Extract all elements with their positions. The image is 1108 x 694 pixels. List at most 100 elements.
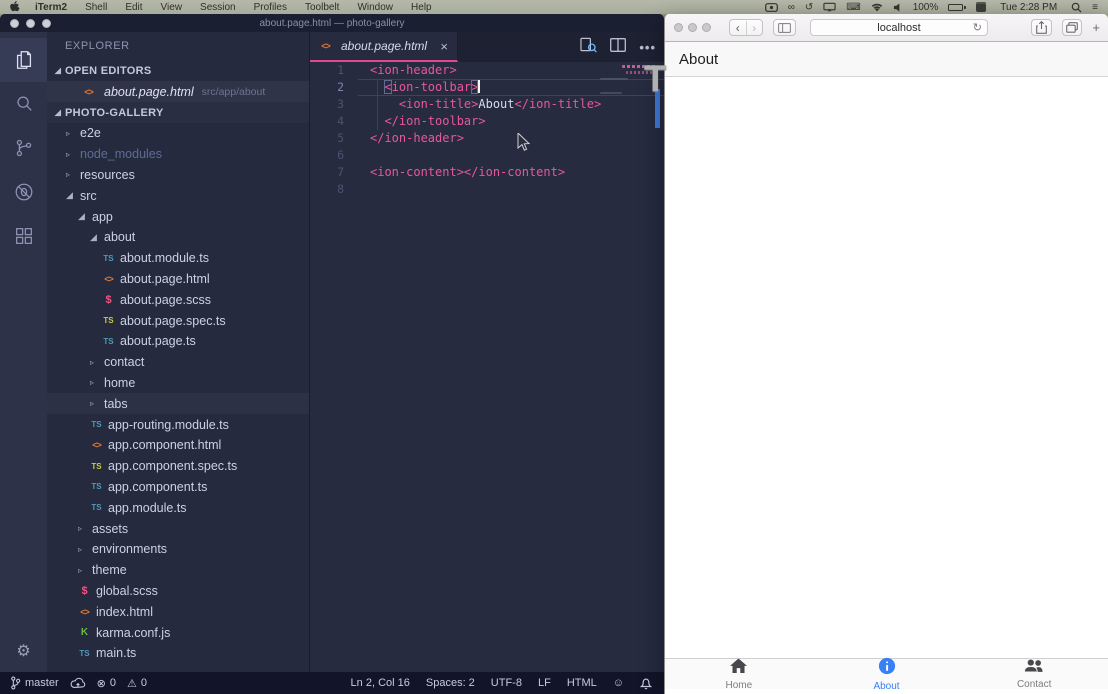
tree-item-about.page.spec.ts[interactable]: TSabout.page.spec.ts bbox=[47, 310, 309, 331]
ionic-tab-about[interactable]: About bbox=[813, 659, 961, 689]
tree-item-app.component.html[interactable]: <>app.component.html bbox=[47, 435, 309, 456]
menu-toolbelt[interactable]: Toolbelt bbox=[296, 2, 348, 13]
open-editor-item[interactable]: <> about.page.html src/app/about bbox=[47, 81, 309, 102]
open-editors-header[interactable]: ◢ OPEN EDITORS bbox=[47, 60, 309, 81]
eol-setting[interactable]: LF bbox=[538, 677, 551, 689]
tree-item-main.ts[interactable]: TSmain.ts bbox=[47, 643, 309, 664]
tree-item-src[interactable]: ◢src bbox=[47, 185, 309, 206]
code-line-5[interactable]: 5</ion-header> bbox=[310, 130, 664, 147]
minimize-window-button[interactable] bbox=[26, 19, 35, 28]
back-button[interactable]: ‹ bbox=[730, 21, 747, 35]
tree-item-karma.conf.js[interactable]: Kkarma.conf.js bbox=[47, 622, 309, 643]
close-window-button[interactable] bbox=[10, 19, 19, 28]
tree-item-app.component.spec.ts[interactable]: TSapp.component.spec.ts bbox=[47, 456, 309, 477]
tree-item-about.page.scss[interactable]: $about.page.scss bbox=[47, 289, 309, 310]
more-actions-icon[interactable]: ••• bbox=[639, 40, 656, 55]
code-line-7[interactable]: 7<ion-content></ion-content> bbox=[310, 164, 664, 181]
tree-item-app.component.ts[interactable]: TSapp.component.ts bbox=[47, 477, 309, 498]
apple-menu-icon[interactable] bbox=[0, 1, 26, 13]
source-control-icon[interactable] bbox=[0, 126, 47, 170]
tab-overview-button[interactable] bbox=[1062, 19, 1082, 36]
menu-view[interactable]: View bbox=[152, 2, 192, 13]
tree-item-tabs[interactable]: ▹tabs bbox=[47, 393, 309, 414]
debug-icon[interactable] bbox=[0, 170, 47, 214]
notifications-bell-icon[interactable] bbox=[640, 676, 652, 690]
feedback-smiley-icon[interactable]: ☺ bbox=[613, 677, 624, 689]
tree-item-about.page.ts[interactable]: TSabout.page.ts bbox=[47, 331, 309, 352]
settings-gear-icon[interactable]: ⚙ bbox=[16, 638, 30, 664]
cursor-position[interactable]: Ln 2, Col 16 bbox=[351, 677, 410, 689]
menu-help[interactable]: Help bbox=[402, 2, 441, 13]
volume-icon[interactable] bbox=[888, 3, 908, 12]
explorer-icon[interactable] bbox=[0, 38, 47, 82]
code-line-6[interactable]: 6 bbox=[310, 147, 664, 164]
code-line-1[interactable]: 1<ion-header> bbox=[310, 62, 664, 79]
tree-item-e2e[interactable]: ▹e2e bbox=[47, 123, 309, 144]
time-machine-icon[interactable]: ↺ bbox=[800, 2, 818, 13]
tree-item-environments[interactable]: ▹environments bbox=[47, 539, 309, 560]
glasses-icon[interactable]: ∞ bbox=[783, 2, 800, 13]
tree-item-app-routing.module.ts[interactable]: TSapp-routing.module.ts bbox=[47, 414, 309, 435]
tree-item-about[interactable]: ◢about bbox=[47, 227, 309, 248]
code-line-8[interactable]: 8 bbox=[310, 181, 664, 198]
tree-item-about.page.html[interactable]: <>about.page.html bbox=[47, 269, 309, 290]
indentation-setting[interactable]: Spaces: 2 bbox=[426, 677, 475, 689]
ionic-tab-home[interactable]: Home bbox=[665, 659, 813, 689]
editor-tab-about-page-html[interactable]: <> about.page.html × bbox=[310, 32, 458, 62]
wifi-icon[interactable] bbox=[866, 3, 888, 12]
warnings-indicator[interactable]: ⚠ 0 bbox=[127, 677, 147, 690]
vscode-titlebar[interactable]: about.page.html — photo-gallery bbox=[0, 14, 664, 32]
open-preview-icon[interactable] bbox=[580, 37, 597, 58]
project-section-header[interactable]: ◢ PHOTO-GALLERY bbox=[47, 102, 309, 123]
notification-center-icon[interactable]: ≡ bbox=[1087, 2, 1108, 13]
menu-shell[interactable]: Shell bbox=[76, 2, 116, 13]
menu-edit[interactable]: Edit bbox=[116, 2, 151, 13]
input-source-flag-icon[interactable] bbox=[971, 2, 991, 12]
language-mode[interactable]: HTML bbox=[567, 677, 597, 689]
tree-item-node_modules[interactable]: ▹node_modules bbox=[47, 144, 309, 165]
address-bar[interactable]: localhost ↻ bbox=[810, 19, 988, 36]
menu-session[interactable]: Session bbox=[191, 2, 245, 13]
menu-profiles[interactable]: Profiles bbox=[245, 2, 296, 13]
menu-iterm2[interactable]: iTerm2 bbox=[26, 2, 76, 13]
tree-item-global.scss[interactable]: $global.scss bbox=[47, 581, 309, 602]
tree-item-resources[interactable]: ▹resources bbox=[47, 165, 309, 186]
zoom-window-button[interactable] bbox=[42, 19, 51, 28]
git-branch-indicator[interactable]: master bbox=[10, 676, 59, 690]
keyboard-icon[interactable]: ⌨ bbox=[841, 2, 865, 13]
menu-window[interactable]: Window bbox=[348, 2, 402, 13]
tree-item-assets[interactable]: ▹assets bbox=[47, 518, 309, 539]
airplay-display-icon[interactable] bbox=[818, 2, 841, 12]
tree-item-home[interactable]: ▹home bbox=[47, 373, 309, 394]
battery-percent[interactable]: 100% bbox=[908, 2, 944, 13]
tree-item-about.module.ts[interactable]: TSabout.module.ts bbox=[47, 248, 309, 269]
menubar-clock[interactable]: Tue 2:28 PM bbox=[991, 2, 1066, 13]
code-editor[interactable]: 1<ion-header>2 <ion-toolbar>3 <ion-title… bbox=[310, 62, 664, 672]
close-window-button[interactable] bbox=[674, 23, 683, 32]
share-button[interactable] bbox=[1031, 19, 1052, 36]
tree-item-app[interactable]: ◢app bbox=[47, 206, 309, 227]
tree-item-contact[interactable]: ▹contact bbox=[47, 352, 309, 373]
new-tab-button[interactable]: + bbox=[1092, 20, 1102, 35]
extensions-icon[interactable] bbox=[0, 214, 47, 258]
tree-item-app.module.ts[interactable]: TSapp.module.ts bbox=[47, 497, 309, 518]
sidebar-toggle-button[interactable] bbox=[773, 19, 796, 36]
search-icon[interactable] bbox=[0, 82, 47, 126]
ionic-tab-contact[interactable]: Contact bbox=[960, 659, 1108, 689]
forward-button[interactable]: › bbox=[747, 21, 763, 35]
minimap[interactable] bbox=[600, 92, 622, 94]
encoding-setting[interactable]: UTF-8 bbox=[491, 677, 522, 689]
minimap[interactable] bbox=[600, 78, 628, 80]
battery-icon[interactable] bbox=[943, 4, 971, 11]
tree-item-theme[interactable]: ▹theme bbox=[47, 560, 309, 581]
zoom-window-button[interactable] bbox=[702, 23, 711, 32]
screen-recording-icon[interactable] bbox=[760, 3, 783, 12]
close-tab-icon[interactable]: × bbox=[440, 39, 448, 54]
code-line-4[interactable]: 4 </ion-toolbar> bbox=[310, 113, 664, 130]
spotlight-icon[interactable] bbox=[1066, 2, 1087, 13]
split-editor-icon[interactable] bbox=[610, 38, 626, 57]
tree-item-index.html[interactable]: <>index.html bbox=[47, 601, 309, 622]
minimize-window-button[interactable] bbox=[688, 23, 697, 32]
reload-icon[interactable]: ↻ bbox=[973, 21, 982, 34]
errors-indicator[interactable]: ⊗ 0 bbox=[97, 677, 116, 690]
